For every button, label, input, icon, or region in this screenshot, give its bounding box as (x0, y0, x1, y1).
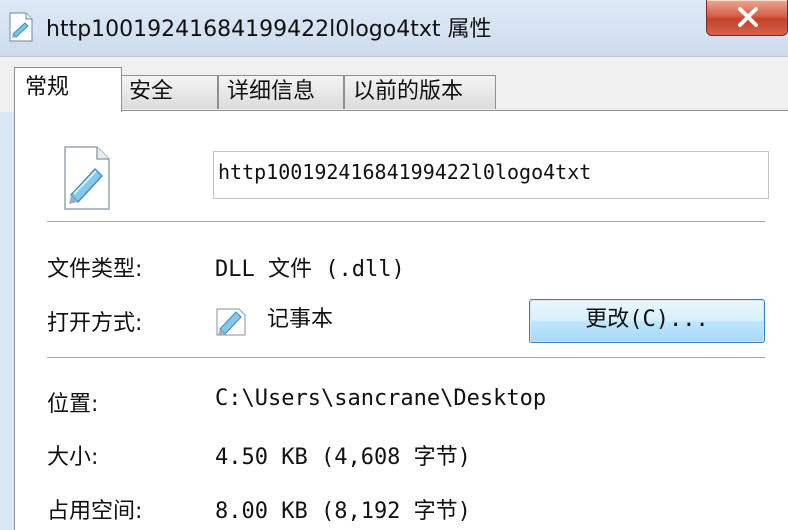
tab-details[interactable]: 详细信息 (218, 75, 344, 109)
open-with-app: 记事本 (267, 307, 334, 332)
close-button[interactable] (706, 0, 788, 36)
divider (47, 357, 765, 358)
disk-size-label: 占用空间: (47, 499, 143, 524)
notepad-icon (213, 301, 249, 337)
file-name-field[interactable]: http10019241684199422l0logo4txt (213, 151, 769, 199)
tab-label: 以前的版本 (353, 79, 464, 104)
open-with-label: 打开方式: (47, 311, 143, 336)
file-type-value: DLL 文件 (.dll) (215, 257, 405, 282)
size-value: 4.50 KB (4,608 字节) (215, 445, 471, 470)
tab-label: 安全 (129, 79, 174, 104)
tab-security[interactable]: 安全 (120, 75, 218, 109)
title-bar[interactable]: http10019241684199422l0logo4txt 属性 (0, 0, 788, 56)
tab-strip: 常规 安全 详细信息 以前的版本 (0, 56, 788, 112)
document-icon (8, 12, 34, 42)
tab-label: 详细信息 (227, 79, 316, 104)
close-icon (738, 7, 758, 27)
window-title: http10019241684199422l0logo4txt 属性 (46, 17, 492, 42)
change-button[interactable]: 更改(C)... (529, 299, 765, 343)
general-panel: http10019241684199422l0logo4txt 文件类型: DL… (14, 110, 788, 530)
disk-size-value: 8.00 KB (8,192 字节) (215, 499, 471, 524)
file-icon (61, 145, 113, 211)
tab-general[interactable]: 常规 (14, 67, 122, 112)
tab-label: 常规 (25, 75, 70, 100)
file-type-label: 文件类型: (47, 257, 143, 282)
size-label: 大小: (47, 445, 99, 470)
tab-previous-versions[interactable]: 以前的版本 (344, 75, 496, 109)
location-value[interactable]: C:\Users\sancrane\Desktop (215, 386, 546, 411)
properties-window: http10019241684199422l0logo4txt 属性 常规 安全… (0, 0, 788, 530)
divider (47, 221, 765, 222)
location-label: 位置: (47, 392, 99, 417)
